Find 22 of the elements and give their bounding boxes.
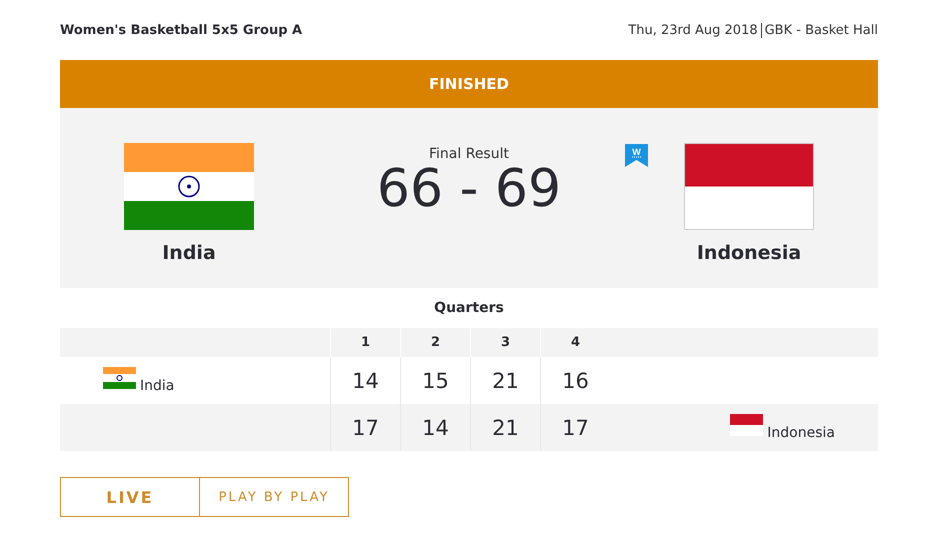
result-label: Final Result (429, 146, 509, 162)
flag-icon (684, 143, 814, 230)
tab[interactable]: LIVE (60, 477, 200, 517)
flag-icon (730, 414, 764, 436)
team-name: Indonesia (696, 242, 802, 264)
flag-icon (124, 143, 254, 230)
quarter-score: 21 (470, 404, 540, 451)
flag-icon (103, 367, 136, 389)
team-name: India (162, 242, 216, 264)
quarter-score: 14 (400, 404, 470, 451)
team-name: Indonesia (767, 425, 835, 441)
quarters-title: Quarters (433, 299, 505, 318)
final-score: 66 - 69 (376, 162, 562, 217)
tab[interactable]: PLAY BY PLAY (200, 477, 349, 517)
venue: GBK - Basket Hall (764, 22, 878, 38)
quarter-score: 17 (330, 404, 400, 451)
match-date: Thu, 23rd Aug 2018 (628, 22, 758, 38)
winner-badge: W (625, 144, 648, 167)
status-banner: FINISHED (60, 60, 878, 108)
team-name: India (140, 378, 174, 394)
event-title: Women's Basketball 5x5 Group A (60, 22, 302, 38)
quarter-score: 17 (540, 404, 610, 451)
